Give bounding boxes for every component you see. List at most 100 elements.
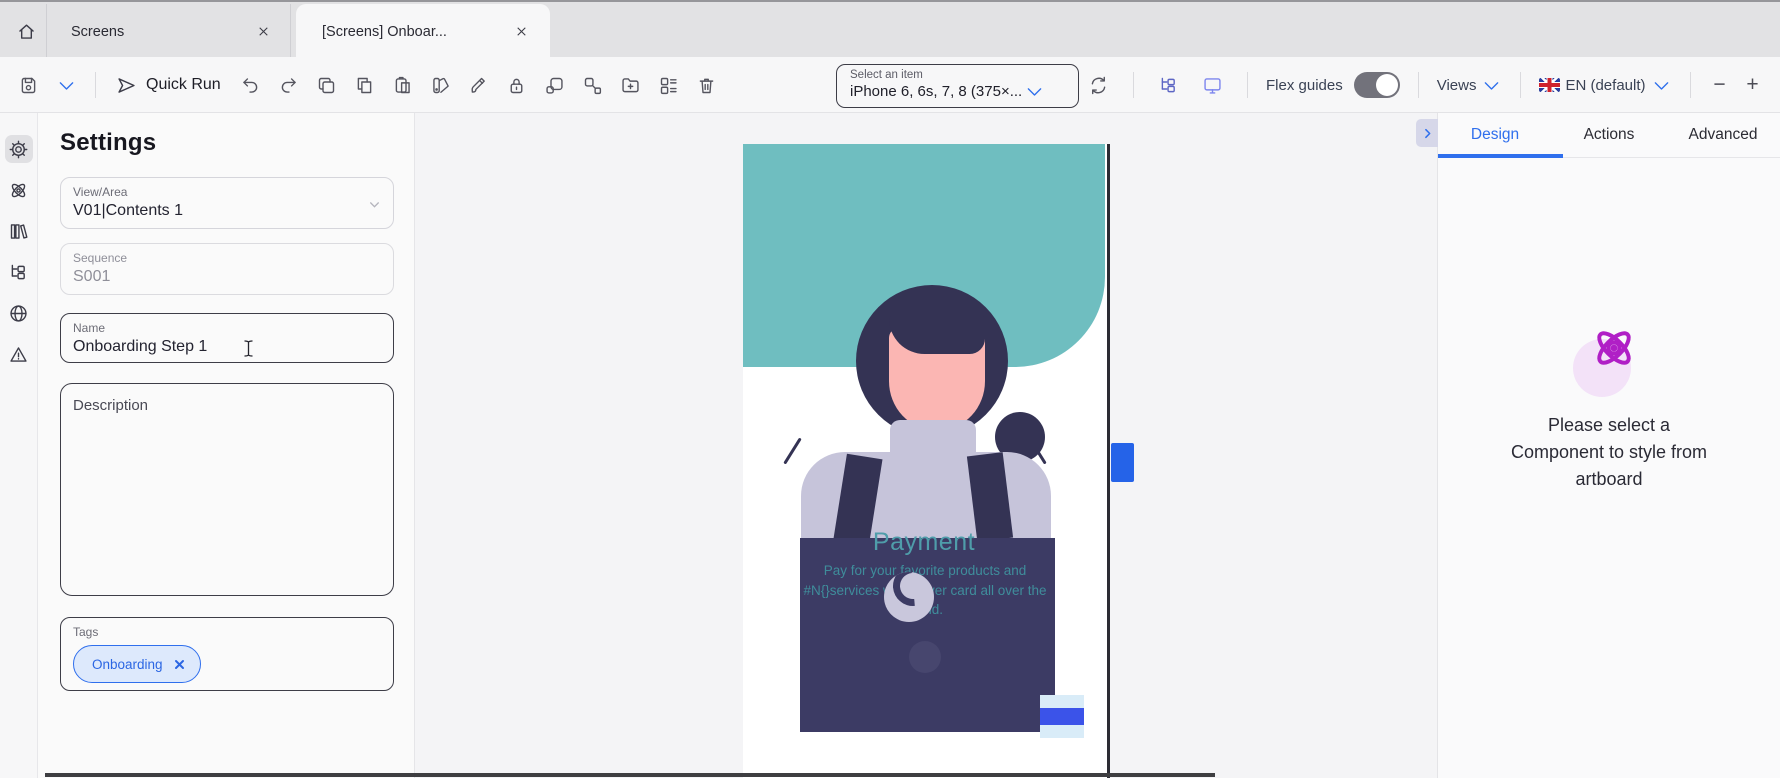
close-tab-button[interactable] — [508, 19, 534, 45]
tab-screens[interactable]: Screens — [46, 4, 291, 59]
home-button[interactable] — [10, 15, 42, 47]
device-selector[interactable]: Select an item iPhone 6, 6s, 7, 8 (375×.… — [836, 64, 1079, 108]
artboard-heading[interactable]: Payment — [743, 528, 1105, 557]
artboard-right-edge[interactable] — [1107, 144, 1110, 778]
undo-icon — [240, 75, 261, 96]
save-icon — [18, 75, 39, 96]
save-button[interactable] — [12, 69, 45, 102]
zoom-out-button[interactable]: − — [1709, 73, 1731, 97]
chevron-right-icon — [1421, 127, 1434, 140]
sequence-field[interactable]: Sequence S001 — [60, 243, 394, 295]
inspector-empty-state: Please select a Component to style from … — [1438, 323, 1780, 493]
collapse-panel-button[interactable] — [1416, 119, 1438, 147]
tab-advanced[interactable]: Advanced — [1666, 113, 1780, 157]
tag-chip-onboarding[interactable]: Onboarding — [73, 645, 201, 683]
tab-design[interactable]: Design — [1438, 113, 1552, 157]
tags-field[interactable]: Tags Onboarding — [60, 617, 394, 691]
window-tab-bar: Screens [Screens] Onboar... — [0, 0, 1780, 57]
description-textarea[interactable]: Description — [60, 383, 394, 596]
divider — [1690, 72, 1691, 98]
new-folder-icon — [620, 75, 641, 96]
undo-button[interactable] — [234, 69, 267, 102]
group-button[interactable] — [538, 69, 571, 102]
copy-icon — [316, 75, 337, 96]
ungroup-icon — [582, 75, 603, 96]
sequence-value: S001 — [73, 268, 381, 286]
left-icon-rail — [0, 113, 38, 778]
rail-issues-button[interactable] — [5, 340, 33, 368]
paste-icon — [392, 75, 413, 96]
view-area-value: V01|Contents 1 — [73, 202, 381, 220]
delete-button[interactable] — [690, 69, 723, 102]
tab-screens-onboarding[interactable]: [Screens] Onboar... — [296, 4, 550, 59]
copy-button[interactable] — [310, 69, 343, 102]
divider — [1247, 72, 1248, 98]
tab-actions[interactable]: Actions — [1552, 113, 1666, 157]
chevron-down-icon — [1651, 75, 1672, 96]
brush-button[interactable] — [462, 69, 495, 102]
close-tab-button[interactable] — [250, 19, 276, 45]
save-menu-button[interactable] — [50, 69, 83, 102]
monitor-icon — [1202, 75, 1223, 96]
paste-button[interactable] — [386, 69, 419, 102]
illustration-spark-left — [783, 437, 801, 464]
resize-handle[interactable] — [1111, 443, 1134, 482]
preview-monitor-button[interactable] — [1196, 69, 1229, 102]
rail-components-button[interactable] — [5, 176, 33, 204]
active-tab-underline — [1438, 154, 1563, 158]
artboard[interactable]: Payment Pay for your favorite products a… — [743, 144, 1108, 778]
new-folder-button[interactable] — [614, 69, 647, 102]
design-canvas[interactable]: Payment Pay for your favorite products a… — [415, 113, 1437, 778]
lock-button[interactable] — [500, 69, 533, 102]
zoom-in-button[interactable]: + — [1742, 73, 1764, 97]
toggle-knob — [1376, 74, 1398, 96]
sequence-label: Sequence — [73, 251, 381, 265]
illustration-hand — [884, 572, 934, 622]
components-grid-icon — [658, 75, 679, 96]
illustration-dot — [909, 641, 941, 673]
rail-library-button[interactable] — [5, 217, 33, 245]
library-books-icon — [8, 221, 29, 242]
chevron-down-icon — [56, 75, 77, 96]
inspector-panel: Design Actions Advanced Please select a … — [1437, 113, 1780, 778]
trash-icon — [696, 75, 717, 96]
atom-icon — [1589, 323, 1639, 373]
divider — [1520, 72, 1521, 98]
tags-label: Tags — [73, 625, 381, 639]
layers-tree-button[interactable] — [1152, 69, 1185, 102]
quick-run-button[interactable]: Quick Run — [108, 67, 229, 103]
horizontal-scrollbar[interactable] — [45, 773, 1215, 777]
quick-run-label: Quick Run — [146, 76, 221, 94]
lock-icon — [506, 75, 527, 96]
duplicate-button[interactable] — [348, 69, 381, 102]
remove-tag-icon[interactable] — [174, 659, 185, 670]
view-area-select[interactable]: View/Area V01|Contents 1 — [60, 177, 394, 229]
run-icon — [116, 75, 137, 96]
warning-triangle-icon — [8, 344, 29, 365]
description-placeholder: Description — [73, 397, 381, 414]
views-dropdown[interactable]: Views — [1437, 75, 1503, 96]
empty-state-message: Please select a Component to style from … — [1503, 412, 1715, 493]
layers-tree-icon — [1158, 75, 1179, 96]
theme-button[interactable] — [424, 69, 457, 102]
name-input[interactable]: Name Onboarding Step 1 — [60, 313, 394, 363]
sync-button[interactable] — [1082, 69, 1115, 102]
device-selector-label: Select an item — [850, 69, 1068, 81]
redo-button[interactable] — [272, 69, 305, 102]
rail-tree-button[interactable] — [5, 258, 33, 286]
brush-icon — [468, 75, 489, 96]
language-dropdown[interactable]: EN (default) — [1539, 75, 1671, 96]
illustration-card-badge — [1040, 695, 1084, 738]
rail-settings-button[interactable] — [5, 135, 33, 163]
atom-icon — [8, 180, 29, 201]
language-label: EN (default) — [1565, 77, 1645, 94]
rail-globe-button[interactable] — [5, 299, 33, 327]
chevron-down-icon — [1481, 75, 1502, 96]
components-button[interactable] — [652, 69, 685, 102]
close-icon — [257, 25, 270, 38]
ungroup-button[interactable] — [576, 69, 609, 102]
main-toolbar: Quick Run — [0, 57, 1780, 113]
flex-guides-toggle[interactable] — [1354, 72, 1400, 98]
globe-icon — [8, 303, 29, 324]
duplicate-icon — [354, 75, 375, 96]
